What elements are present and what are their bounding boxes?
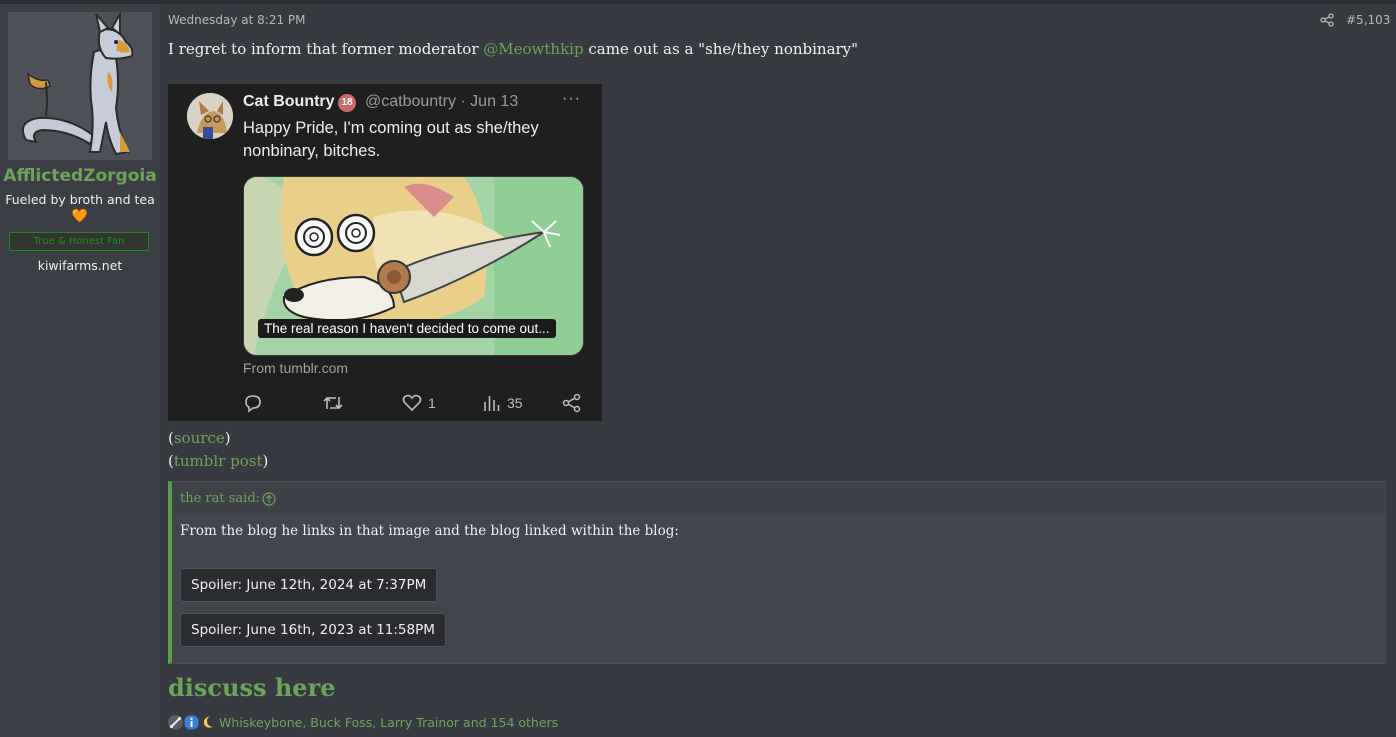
spoiler-button[interactable]: Spoiler: June 12th, 2024 at 7:37PM [180, 568, 438, 602]
media-caption: The real reason I haven't decided to com… [258, 319, 556, 338]
heart-icon: 🧡 [71, 209, 89, 224]
views-icon [484, 396, 500, 411]
age-badge-icon: 18 [338, 94, 356, 112]
user-sidebar: AfflictedZorgoia Fueled by broth and tea… [0, 4, 161, 737]
like-count: 1 [428, 395, 436, 411]
post-text-after: came out as a "she/they nonbinary" [583, 40, 859, 58]
post-timestamp[interactable]: Wednesday at 8:21 PM [168, 13, 306, 27]
username[interactable]: AfflictedZorgoia [0, 166, 160, 186]
tweet-author-name[interactable]: Cat Bountry [243, 93, 335, 111]
views-button[interactable]: 35 [483, 393, 523, 413]
user-site: kiwifarms.net [37, 258, 123, 273]
more-icon[interactable]: ··· [562, 90, 581, 108]
info-icon[interactable] [184, 715, 199, 730]
tumblr-post-link[interactable]: tumblr post [174, 452, 263, 470]
view-count: 35 [507, 395, 523, 411]
source-line: (source) [168, 429, 231, 447]
discuss-link[interactable]: discuss here [168, 673, 335, 702]
retweet-icon [323, 396, 343, 410]
spoiler-button[interactable]: Spoiler: June 16th, 2023 at 11:58PM [180, 613, 446, 647]
share-icon [562, 393, 581, 413]
user-banner: True & Honest Fan [9, 232, 149, 251]
quote-header [172, 482, 1385, 514]
user-title: Fueled by broth and tea [5, 192, 155, 207]
reaction-users[interactable]: Whiskeybone, Buck Foss, Larry Trainor an… [219, 715, 558, 730]
post-text: I regret to inform that former moderator… [168, 40, 858, 58]
tweet-share-button[interactable] [562, 393, 582, 413]
like-button[interactable]: 1 [402, 393, 436, 413]
post-number[interactable]: #5,103 [1346, 13, 1390, 27]
tumblr-line: (tumblr post) [168, 452, 269, 470]
reactions-bar[interactable]: Whiskeybone, Buck Foss, Larry Trainor an… [168, 713, 558, 731]
post-text-before: I regret to inform that former moderator [168, 40, 484, 58]
user-avatar[interactable] [8, 12, 152, 160]
tweet-media-card[interactable]: The real reason I haven't decided to com… [243, 176, 584, 356]
reply-icon [245, 395, 261, 413]
share-icon[interactable] [1320, 13, 1334, 27]
moon-icon[interactable] [200, 715, 215, 730]
quote-attribution[interactable]: the rat said: [180, 491, 260, 506]
tweet-avatar[interactable] [187, 93, 233, 139]
media-source[interactable]: From tumblr.com [243, 360, 348, 376]
reply-button[interactable] [243, 393, 263, 413]
retweet-button[interactable] [322, 393, 344, 413]
quote-block: the rat said: From the blog he links in … [168, 481, 1386, 664]
source-link[interactable]: source [174, 429, 225, 447]
quote-text: From the blog he links in that image and… [180, 523, 679, 539]
tweet-handle-date[interactable]: @catbountry · Jun 13 [365, 93, 518, 111]
embedded-tweet[interactable]: Cat Bountry 18 @catbountry · Jun 13 ··· … [168, 84, 602, 421]
arrow-up-icon[interactable] [262, 492, 276, 506]
post-body: Wednesday at 8:21 PM #5,103 I regret to … [160, 4, 1396, 737]
tweet-text: Happy Pride, I'm coming out as she/they … [243, 119, 539, 160]
heart-outline-icon [402, 394, 422, 412]
mention-link[interactable]: @Meowthkip [483, 40, 583, 58]
bone-icon[interactable] [168, 714, 183, 730]
